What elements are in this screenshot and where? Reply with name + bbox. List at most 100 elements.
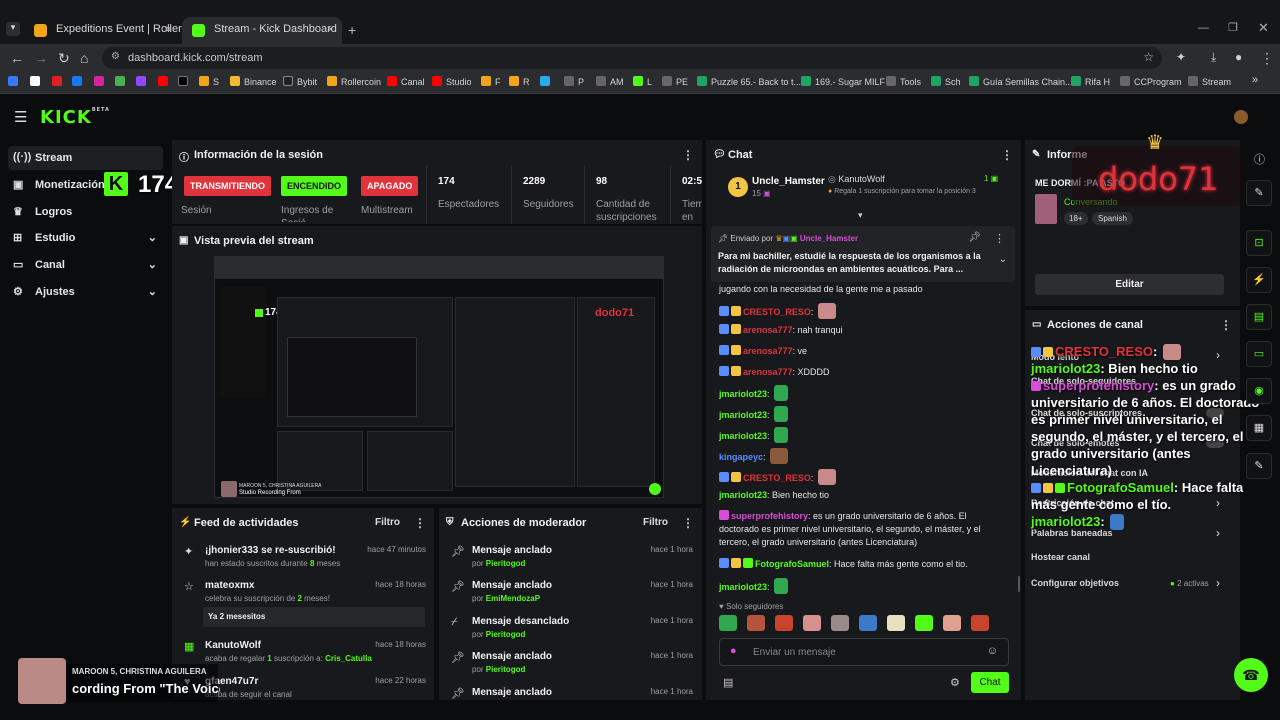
bookmark-sugar[interactable]: 169.- Sugar MILF: [801, 76, 885, 87]
store-icon[interactable]: ▤: [723, 676, 733, 689]
multistream-status-badge[interactable]: APAGADO: [361, 176, 419, 196]
broadcast-icon[interactable]: ◉: [1246, 378, 1272, 404]
more-bookmarks-icon[interactable]: »: [1252, 74, 1258, 86]
tab-rollercoin[interactable]: Expeditions Event | RollerCoin ×: [24, 17, 204, 44]
sidebar-item-estudio[interactable]: ⊞ Estudio ⌄: [8, 226, 163, 250]
mod-action-item: 📌︎ Mensaje anclado hace 1 hora: [451, 687, 693, 700]
bookmark-ccprogram[interactable]: CCProgram: [1120, 76, 1182, 87]
maximize-button[interactable]: ❐: [1228, 21, 1238, 34]
tab-search-button[interactable]: ▾: [6, 22, 20, 36]
site-info-icon[interactable]: ⚙: [111, 51, 120, 62]
kick-logo[interactable]: KICKBETA: [40, 107, 110, 128]
more-options-icon[interactable]: ⋮: [994, 232, 1005, 245]
close-tab-icon[interactable]: ×: [327, 22, 334, 36]
host-channel-option[interactable]: Hostear canal: [1031, 552, 1090, 562]
info-icon[interactable]: ⓘ: [1254, 151, 1265, 167]
chat-input[interactable]: ● Enviar un mensaje ☺: [719, 638, 1009, 666]
more-options-icon[interactable]: ⋮: [682, 148, 694, 162]
bookmark-rollercoin[interactable]: Rollercoin: [327, 76, 381, 87]
forward-icon[interactable]: →: [34, 50, 48, 66]
support-chat-button[interactable]: ☎: [1234, 658, 1268, 692]
bookmark-stream[interactable]: Stream: [1188, 76, 1231, 87]
emoji-icon[interactable]: ☺: [987, 645, 998, 657]
edit-icon[interactable]: ✎: [1246, 180, 1272, 206]
sidebar-item-stream[interactable]: ((·)) Stream: [8, 146, 163, 170]
profile-icon[interactable]: ●: [1235, 50, 1242, 64]
unpin-button[interactable]: 📌︎: [968, 232, 981, 243]
gear-icon[interactable]: ⚙: [950, 676, 960, 689]
more-options-icon[interactable]: ⋮: [1220, 318, 1232, 332]
bookmark-icon[interactable]: [158, 76, 172, 87]
bookmark-am[interactable]: AM: [596, 76, 624, 87]
chat-scrollbar[interactable]: [1018, 576, 1020, 592]
bookmark-canal[interactable]: Canal: [387, 76, 425, 87]
edit-stream-info-button[interactable]: Editar: [1035, 274, 1224, 295]
top-gifter-name[interactable]: Uncle_Hamster: [752, 176, 825, 187]
collapse-icon[interactable]: ▾: [858, 210, 863, 221]
bookmark-rifa[interactable]: Rifa H: [1071, 76, 1110, 87]
user-avatar[interactable]: [1234, 110, 1248, 124]
chat-message: arenosa777: XDDDD: [719, 366, 830, 377]
bookmark-sch[interactable]: Sch: [931, 76, 961, 87]
feed-filter-button[interactable]: Filtro: [375, 517, 400, 528]
grid-icon[interactable]: ▦: [1246, 415, 1272, 441]
minimize-button[interactable]: —: [1198, 22, 1209, 34]
back-icon[interactable]: ←: [10, 50, 24, 66]
bookmark-guia[interactable]: Guía Semillas Chain...: [969, 76, 1073, 87]
bookmark-pe[interactable]: PE: [662, 76, 688, 87]
more-options-icon[interactable]: ⋮: [414, 516, 426, 530]
more-options-icon[interactable]: ⋮: [1001, 148, 1013, 162]
sidebar-item-logros[interactable]: ♛ Logros: [8, 200, 163, 224]
wrench-icon[interactable]: ✎: [1246, 453, 1272, 479]
home-icon[interactable]: ⌂: [80, 50, 88, 66]
tab-kick-dashboard[interactable]: Stream - Kick Dashboard ×: [182, 17, 342, 44]
chevron-down-icon[interactable]: ⌄: [999, 254, 1007, 265]
extensions-icon[interactable]: ✦: [1176, 50, 1186, 64]
bookmark-icon[interactable]: [115, 76, 129, 87]
more-options-icon[interactable]: ⋮: [682, 516, 694, 530]
reload-icon[interactable]: ↻: [58, 50, 70, 67]
bookmark-icon[interactable]: [8, 76, 22, 87]
bookmark-star-icon[interactable]: ☆: [1143, 50, 1154, 64]
mini-support-icon: [649, 483, 661, 495]
menu-icon[interactable]: ⋮: [1260, 50, 1274, 67]
mod-filter-button[interactable]: Filtro: [643, 517, 668, 528]
hamburger-menu-icon[interactable]: ☰: [14, 108, 27, 126]
bookmark-puzzle[interactable]: Puzzle 65.- Back to t...: [697, 76, 801, 87]
bookmark-tools[interactable]: Tools: [886, 76, 921, 87]
lightning-icon[interactable]: ⚡: [1246, 267, 1272, 293]
bookmark-studio[interactable]: Studio: [432, 76, 472, 87]
bookmark-r[interactable]: R: [509, 76, 530, 87]
bookmark-bybit[interactable]: Bybit: [283, 76, 317, 87]
sidebar-item-ajustes[interactable]: ⚙ Ajustes ⌄: [8, 280, 163, 304]
time-label: Tiem en vi: [682, 199, 702, 223]
send-chat-button[interactable]: Chat: [971, 672, 1009, 693]
bookmark-icon[interactable]: [178, 76, 192, 87]
close-tab-icon[interactable]: ×: [165, 22, 172, 36]
new-tab-button[interactable]: +: [348, 22, 356, 38]
bookmark-binance[interactable]: Binance: [230, 76, 277, 87]
set-goals-option[interactable]: Configurar objetivos: [1031, 578, 1119, 588]
bookmark-s[interactable]: S: [199, 76, 219, 87]
stream-preview-video[interactable]: 174 dodo71 MAROON 5, CHRISTINA AGUILERA …: [214, 256, 664, 498]
bookmark-icon[interactable]: [94, 76, 108, 87]
bookmark-icon[interactable]: [30, 76, 44, 87]
sidebar-item-canal[interactable]: ▭ Canal ⌄: [8, 253, 163, 277]
chevron-right-icon[interactable]: ›: [1216, 576, 1220, 590]
bookmark-icon[interactable]: [136, 76, 150, 87]
clipboard-icon[interactable]: ▤: [1246, 304, 1272, 330]
bookmark-icon[interactable]: [52, 76, 66, 87]
download-icon[interactable]: ⤓: [1211, 50, 1216, 65]
chat-bubble-icon[interactable]: ▭: [1246, 341, 1272, 367]
divider: [426, 166, 427, 224]
camera-icon[interactable]: ⊡: [1246, 230, 1272, 256]
bookmark-f[interactable]: F: [481, 76, 501, 87]
gift-event: ◎ KanutoWolf: [828, 174, 885, 184]
bookmark-icon[interactable]: [72, 76, 86, 87]
close-window-button[interactable]: ✕: [1258, 20, 1269, 36]
subs-value: 98: [596, 176, 608, 187]
bookmark-l[interactable]: L: [633, 76, 652, 87]
url-input[interactable]: ⚙ dashboard.kick.com/stream ☆: [102, 47, 1162, 69]
bookmark-p[interactable]: P: [564, 76, 584, 87]
bookmark-icon[interactable]: [540, 76, 554, 87]
